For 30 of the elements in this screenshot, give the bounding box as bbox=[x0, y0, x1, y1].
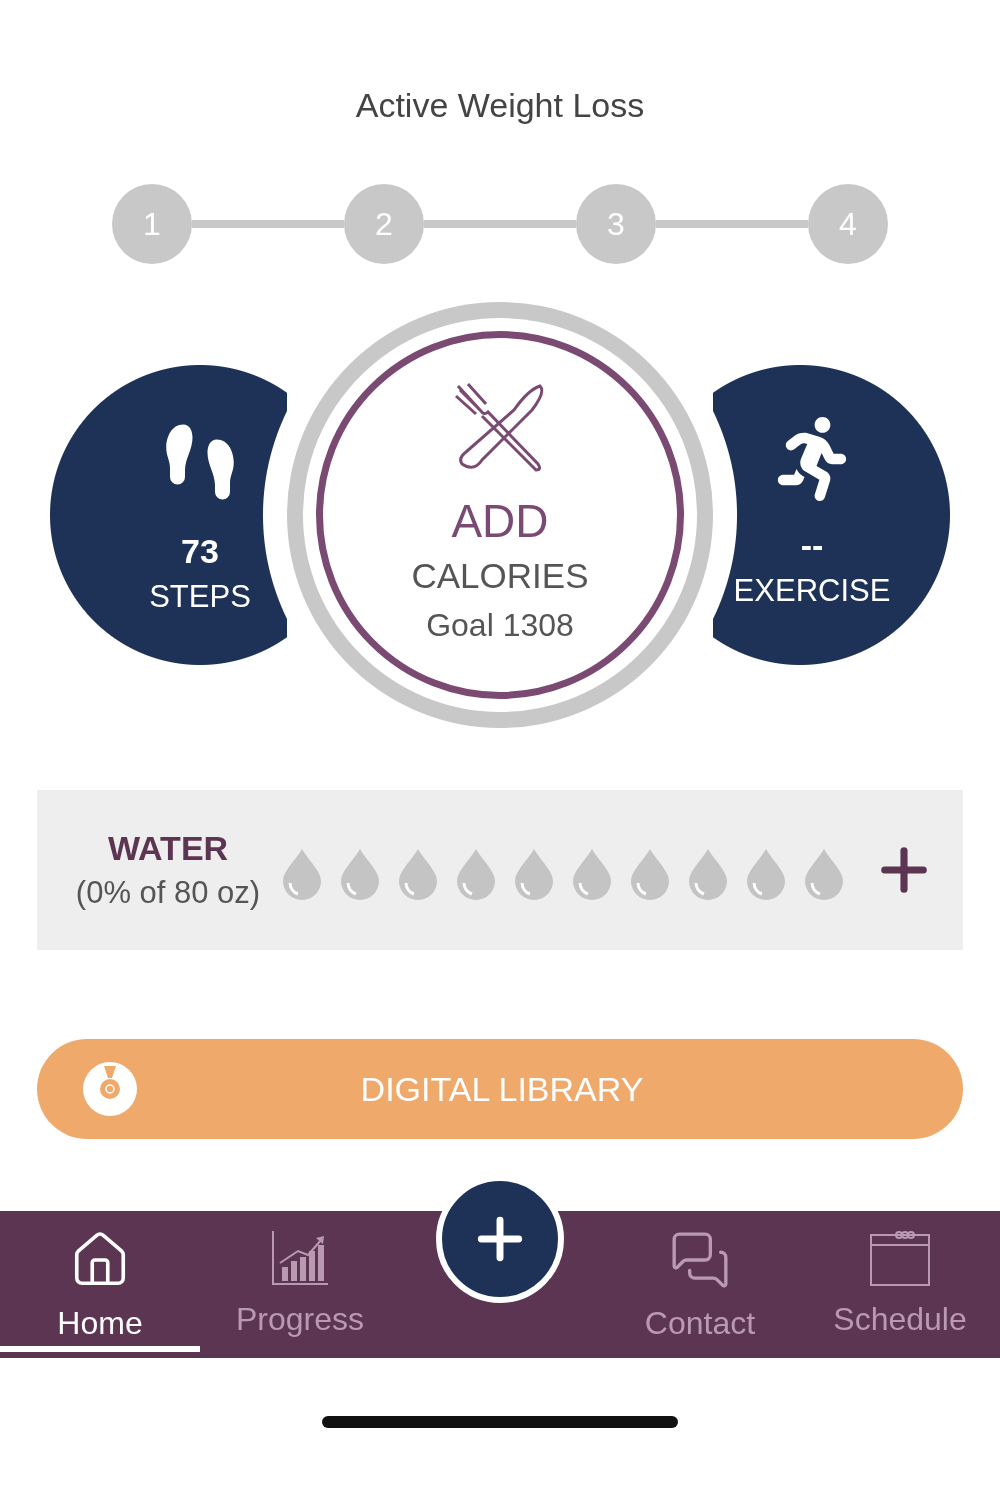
water-drop-icon[interactable] bbox=[571, 847, 613, 901]
water-drop-icon[interactable] bbox=[513, 847, 555, 901]
calendar-icon bbox=[869, 1229, 931, 1287]
steps-label: STEPS bbox=[149, 578, 251, 616]
water-drop-icon[interactable] bbox=[745, 847, 787, 901]
water-drop-icon[interactable] bbox=[397, 847, 439, 901]
tab-bar-item[interactable]: Home bbox=[0, 1211, 200, 1352]
tab-bar-item[interactable]: Contact bbox=[600, 1211, 800, 1352]
page-title: Active Weight Loss bbox=[355, 85, 645, 126]
exercise-card[interactable]: -- EXERCISE bbox=[713, 365, 950, 665]
water-drop-icon[interactable] bbox=[687, 847, 729, 901]
tab-bar-item[interactable]: Schedule bbox=[800, 1211, 1000, 1352]
water-summary: (0% of 80 oz) bbox=[75, 874, 261, 912]
water-drop-icon[interactable] bbox=[339, 847, 381, 901]
calories-card[interactable]: ADD CALORIES Goal 1308 bbox=[287, 302, 713, 728]
water-drop-icon[interactable] bbox=[629, 847, 671, 901]
exercise-value: -- bbox=[800, 525, 824, 565]
calorie-goal: Goal 1308 bbox=[426, 606, 574, 645]
steps-card[interactable]: 73 STEPS bbox=[50, 365, 287, 665]
exercise-label: EXERCISE bbox=[733, 572, 891, 610]
calories-label: CALORIES bbox=[411, 555, 589, 597]
add-calories-label: ADD bbox=[451, 494, 549, 548]
water-title: WATER bbox=[107, 828, 229, 869]
disc-icon bbox=[83, 1062, 137, 1116]
steps-count: 73 bbox=[181, 531, 219, 571]
water-drop-icon[interactable] bbox=[281, 847, 323, 901]
tab-bar-item[interactable]: Progress bbox=[200, 1211, 400, 1352]
water-drop-icon[interactable] bbox=[455, 847, 497, 901]
bar-chart-icon bbox=[270, 1229, 330, 1287]
water-drop-icon[interactable] bbox=[803, 847, 845, 901]
